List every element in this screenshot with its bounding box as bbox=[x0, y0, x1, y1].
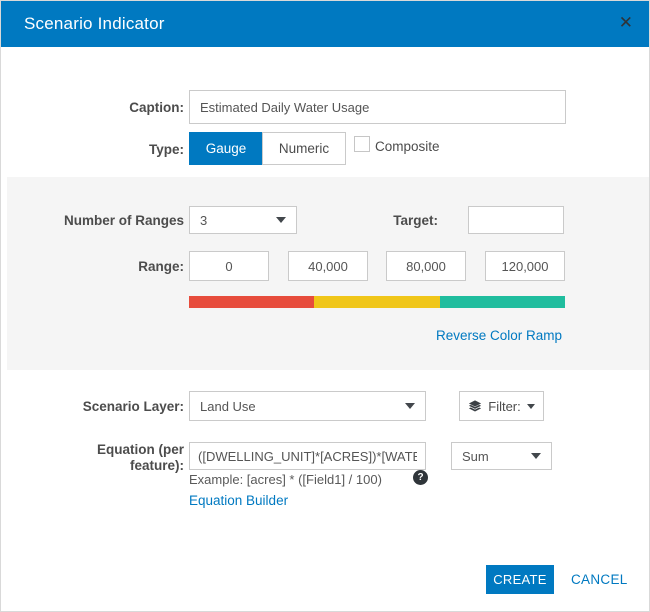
composite-label: Composite bbox=[375, 139, 440, 154]
number-of-ranges-label: Number of Ranges bbox=[63, 213, 184, 228]
range-label: Range: bbox=[138, 259, 184, 274]
chevron-down-icon bbox=[276, 217, 286, 223]
aggregation-select[interactable]: Sum bbox=[451, 442, 552, 470]
reverse-color-ramp-link[interactable]: Reverse Color Ramp bbox=[436, 328, 562, 343]
aggregation-value: Sum bbox=[462, 448, 489, 464]
color-ramp bbox=[189, 296, 565, 308]
ramp-segment-red bbox=[189, 296, 315, 308]
dialog-title: Scenario Indicator bbox=[24, 14, 165, 33]
ramp-segment-teal bbox=[439, 296, 565, 308]
create-button[interactable]: CREATE bbox=[486, 565, 554, 594]
range-input-4[interactable] bbox=[485, 251, 565, 281]
range-input-2[interactable] bbox=[288, 251, 368, 281]
target-label: Target: bbox=[393, 213, 438, 228]
scenario-layer-select[interactable]: Land Use bbox=[189, 391, 426, 421]
filter-dropdown[interactable]: Filter: bbox=[459, 391, 544, 421]
number-of-ranges-value: 3 bbox=[200, 212, 208, 228]
equation-builder-link[interactable]: Equation Builder bbox=[189, 493, 288, 508]
help-icon[interactable]: ? bbox=[413, 470, 428, 485]
equation-example-text: Example: [acres] * ([Field1] / 100) bbox=[189, 472, 382, 487]
equation-label: Equation (per feature): bbox=[97, 442, 184, 473]
type-gauge-button[interactable]: Gauge bbox=[189, 132, 263, 165]
chevron-down-icon bbox=[405, 403, 415, 409]
type-numeric-button[interactable]: Numeric bbox=[262, 132, 346, 165]
number-of-ranges-select[interactable]: 3 bbox=[189, 206, 297, 234]
close-icon[interactable]: ✕ bbox=[619, 14, 633, 31]
caption-input[interactable] bbox=[189, 90, 566, 124]
type-label: Type: bbox=[148, 142, 184, 157]
range-input-1[interactable] bbox=[189, 251, 269, 281]
caption-label: Caption: bbox=[129, 100, 184, 115]
chevron-down-icon bbox=[531, 453, 541, 459]
equation-input[interactable] bbox=[189, 442, 426, 470]
composite-checkbox[interactable] bbox=[354, 136, 370, 152]
cancel-button[interactable]: CANCEL bbox=[571, 572, 628, 587]
scenario-layer-value: Land Use bbox=[200, 398, 256, 414]
scenario-indicator-dialog: Scenario Indicator ✕ Caption: Type: Gaug… bbox=[0, 0, 650, 612]
target-input[interactable] bbox=[468, 206, 564, 234]
layers-icon bbox=[468, 399, 482, 413]
dialog-header: Scenario Indicator ✕ bbox=[1, 1, 649, 47]
scenario-layer-label: Scenario Layer: bbox=[82, 399, 184, 414]
filter-label: Filter: bbox=[488, 398, 521, 414]
range-input-3[interactable] bbox=[386, 251, 466, 281]
chevron-down-icon bbox=[527, 403, 535, 409]
ramp-segment-yellow bbox=[314, 296, 440, 308]
